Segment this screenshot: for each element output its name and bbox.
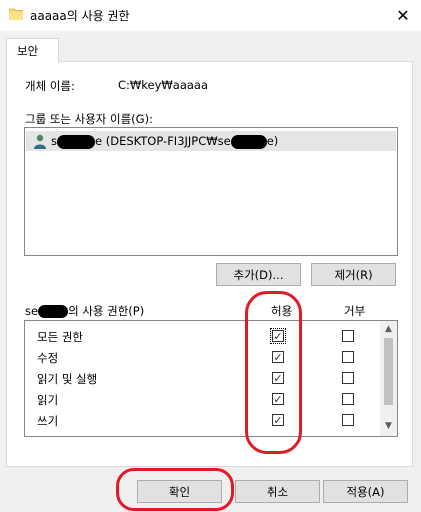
- apply-button[interactable]: 적용(A): [323, 480, 408, 503]
- permission-row: 읽기 및 실행 ✓: [25, 368, 380, 389]
- permissions-list[interactable]: 모든 권한 ✓ 수정 ✓ 읽기 및 실행 ✓ 읽기 ✓ 쓰기 ✓ ▲ ▼: [24, 320, 398, 437]
- user-entry-text: se (DESKTOP-FI3JJPC₩se e): [51, 134, 278, 149]
- deny-checkbox[interactable]: [342, 414, 354, 426]
- permissions-label: se 의 사용 권한(P): [25, 303, 144, 319]
- groups-label: 그룹 또는 사용자 이름(G):: [25, 112, 153, 126]
- allow-column-highlight: [245, 291, 302, 454]
- cancel-button[interactable]: 취소: [235, 480, 320, 503]
- permission-row: 수정 ✓: [25, 347, 380, 368]
- redaction-mark: [57, 134, 95, 149]
- object-name-label: 개체 이름:: [25, 79, 75, 93]
- title-bar: aaaaa의 사용 권한 ✕: [0, 0, 421, 31]
- permission-row: 모든 권한 ✓: [25, 326, 380, 347]
- scroll-up-icon[interactable]: ▲: [380, 322, 397, 336]
- permissions-label-suffix: 의 사용 권한(P): [68, 304, 145, 318]
- scroll-thumb[interactable]: [384, 338, 393, 405]
- permission-name: 모든 권한: [37, 330, 83, 344]
- window-title: aaaaa의 사용 권한: [30, 9, 130, 23]
- user-entry-suffix: e (DESKTOP-FI3JJPC₩se: [95, 134, 231, 148]
- tab-label: 보안: [17, 44, 39, 58]
- close-button[interactable]: ✕: [385, 0, 421, 31]
- deny-checkbox[interactable]: [342, 372, 354, 384]
- ok-button-highlight: [116, 468, 234, 511]
- permission-row: 쓰기 ✓: [25, 410, 380, 431]
- redaction-mark: [38, 305, 69, 318]
- list-item[interactable]: se (DESKTOP-FI3JJPC₩se e): [26, 131, 396, 151]
- deny-checkbox[interactable]: [342, 393, 354, 405]
- deny-checkbox[interactable]: [342, 330, 354, 342]
- permission-row: 읽기 ✓: [25, 389, 380, 410]
- redaction-mark: [230, 134, 267, 149]
- folder-icon: [9, 8, 23, 20]
- permission-name: 수정: [37, 351, 59, 365]
- add-button[interactable]: 추가(D)...: [216, 263, 301, 286]
- groups-listbox[interactable]: se (DESKTOP-FI3JJPC₩se e): [24, 127, 398, 256]
- permissions-label-prefix: se: [25, 304, 39, 318]
- deny-checkbox[interactable]: [342, 351, 354, 363]
- permission-name: 쓰기: [37, 414, 59, 428]
- user-icon: [34, 134, 46, 149]
- user-entry-tail: e): [266, 134, 279, 148]
- close-icon: ✕: [396, 6, 410, 25]
- remove-button[interactable]: 제거(R): [311, 263, 396, 286]
- permission-name: 읽기: [37, 393, 59, 407]
- permission-name: 읽기 및 실행: [37, 372, 98, 386]
- tab-security[interactable]: 보안: [6, 38, 59, 63]
- object-name-value: C:₩key₩aaaaa: [118, 78, 209, 92]
- deny-column-header: 거부: [344, 304, 366, 318]
- vertical-scrollbar[interactable]: ▲ ▼: [380, 321, 397, 436]
- scroll-down-icon[interactable]: ▼: [380, 419, 397, 433]
